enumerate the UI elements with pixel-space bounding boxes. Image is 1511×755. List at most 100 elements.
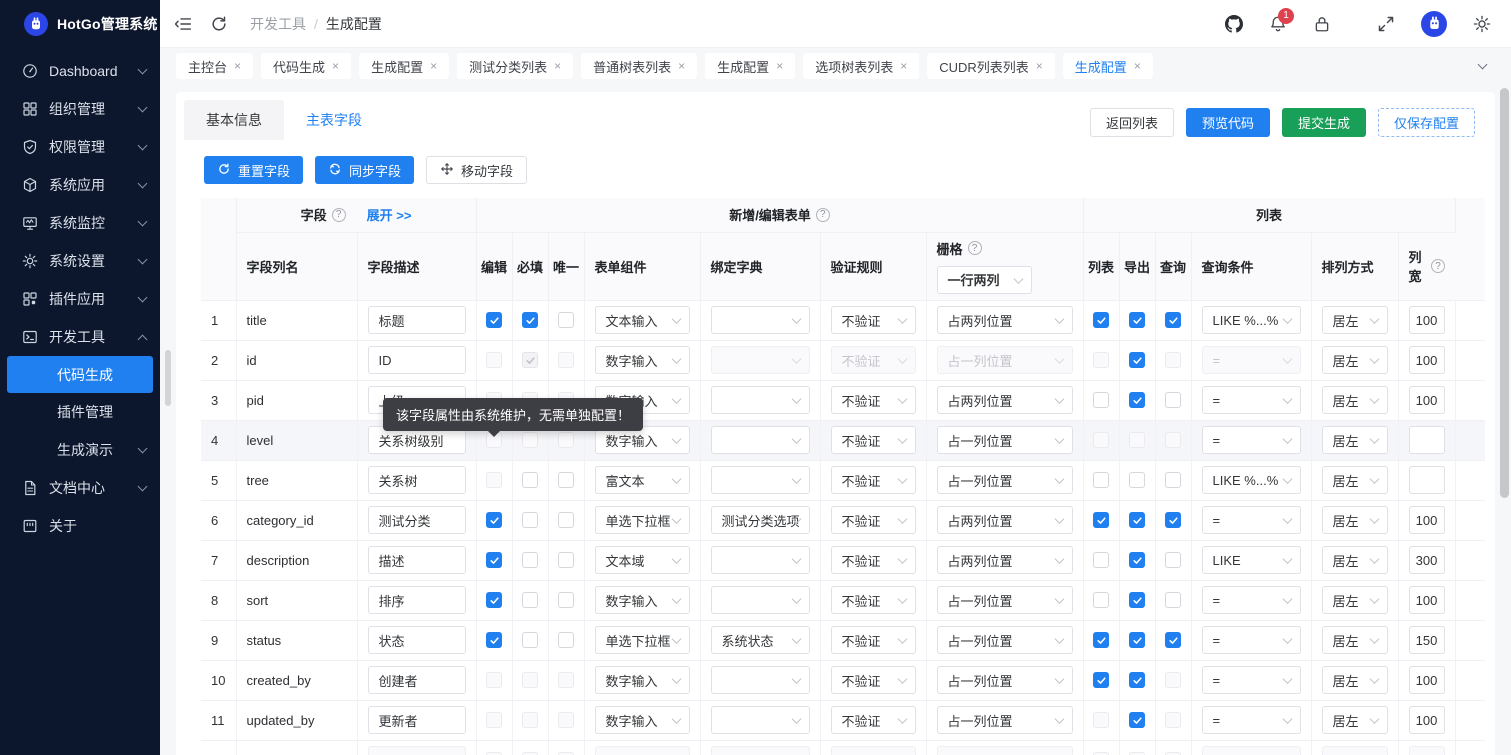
- settings-gear-icon[interactable]: [1473, 15, 1491, 33]
- required-checkbox[interactable]: [522, 312, 538, 328]
- form-component-select[interactable]: 数字输入: [595, 706, 690, 734]
- required-checkbox[interactable]: [522, 512, 538, 528]
- grid-default-select[interactable]: 一行两列: [937, 266, 1032, 294]
- preview-code-button[interactable]: 预览代码: [1186, 108, 1270, 137]
- tab-代码生成[interactable]: 代码生成×: [261, 53, 351, 79]
- github-icon[interactable]: [1225, 15, 1243, 33]
- list-checkbox[interactable]: [1093, 392, 1109, 408]
- form-component-select[interactable]: 文本输入: [595, 306, 690, 334]
- close-icon[interactable]: ×: [1134, 59, 1141, 73]
- list-checkbox[interactable]: [1093, 672, 1109, 688]
- field-desc-input[interactable]: 创建者: [368, 666, 466, 694]
- align-select[interactable]: 居左: [1322, 306, 1388, 334]
- query-cond-select[interactable]: LIKE %...%: [1202, 306, 1301, 334]
- tab-主控台[interactable]: 主控台×: [176, 53, 253, 79]
- list-checkbox[interactable]: [1093, 592, 1109, 608]
- sidebar-item-plugin-manage[interactable]: 插件管理: [0, 393, 160, 431]
- query-checkbox[interactable]: [1165, 392, 1181, 408]
- query-cond-select[interactable]: =: [1202, 586, 1301, 614]
- tab-选项树表列表[interactable]: 选项树表列表×: [803, 53, 919, 79]
- edit-checkbox[interactable]: [486, 592, 502, 608]
- align-select[interactable]: 居左: [1322, 546, 1388, 574]
- column-width-input[interactable]: 100: [1409, 306, 1445, 334]
- align-select[interactable]: 居左: [1322, 346, 1388, 374]
- dict-select[interactable]: 系统状态: [711, 626, 810, 654]
- sidebar-item-org[interactable]: 组织管理: [0, 90, 160, 128]
- sidebar-scrollbar-thumb[interactable]: [165, 350, 171, 406]
- align-select[interactable]: 居左: [1322, 386, 1388, 414]
- column-width-input[interactable]: 100: [1409, 666, 1445, 694]
- export-checkbox[interactable]: [1129, 552, 1145, 568]
- align-select[interactable]: 居左: [1322, 626, 1388, 654]
- fullscreen-icon[interactable]: [1377, 15, 1395, 33]
- help-icon[interactable]: ?: [332, 208, 346, 222]
- submit-generate-button[interactable]: 提交生成: [1282, 108, 1366, 137]
- close-icon[interactable]: ×: [234, 59, 241, 73]
- tab-生成配置[interactable]: 生成配置×: [705, 53, 795, 79]
- query-cond-select[interactable]: =: [1202, 666, 1301, 694]
- sidebar-item-codegen[interactable]: 代码生成: [7, 356, 153, 393]
- unique-checkbox[interactable]: [558, 552, 574, 568]
- field-desc-input[interactable]: 测试分类: [368, 506, 466, 534]
- grid-select[interactable]: 占两列位置: [937, 546, 1073, 574]
- close-icon[interactable]: ×: [332, 59, 339, 73]
- field-desc-input[interactable]: ID: [368, 346, 466, 374]
- close-icon[interactable]: ×: [776, 59, 783, 73]
- tab-普通树表列表[interactable]: 普通树表列表×: [581, 53, 697, 79]
- align-select[interactable]: 居左: [1322, 466, 1388, 494]
- tab-basic-info[interactable]: 基本信息: [184, 100, 284, 140]
- unique-checkbox[interactable]: [558, 312, 574, 328]
- column-width-input[interactable]: [1409, 426, 1445, 454]
- move-fields-button[interactable]: 移动字段: [426, 156, 527, 184]
- export-checkbox[interactable]: [1129, 712, 1145, 728]
- list-checkbox[interactable]: [1093, 512, 1109, 528]
- validate-select[interactable]: 不验证: [831, 466, 916, 494]
- form-component-select[interactable]: 单选下拉框: [595, 626, 690, 654]
- export-checkbox[interactable]: [1129, 672, 1145, 688]
- export-checkbox[interactable]: [1129, 392, 1145, 408]
- sidebar-item-settings[interactable]: 系统设置: [0, 242, 160, 280]
- list-checkbox[interactable]: [1093, 552, 1109, 568]
- query-cond-select[interactable]: =: [1202, 506, 1301, 534]
- query-cond-select[interactable]: =: [1202, 626, 1301, 654]
- grid-select[interactable]: 占两列位置: [937, 306, 1073, 334]
- field-desc-input[interactable]: 更新者: [368, 706, 466, 734]
- grid-select[interactable]: 占一列位置: [937, 706, 1073, 734]
- column-width-input[interactable]: 150: [1409, 626, 1445, 654]
- sync-fields-button[interactable]: 同步字段: [315, 156, 414, 184]
- form-component-select[interactable]: 文本域: [595, 546, 690, 574]
- tab-生成配置[interactable]: 生成配置×: [359, 53, 449, 79]
- unique-checkbox[interactable]: [558, 472, 574, 488]
- tab-生成配置[interactable]: 生成配置×: [1063, 53, 1153, 79]
- sidebar-item-devtools[interactable]: 开发工具: [0, 318, 160, 356]
- validate-select[interactable]: 不验证: [831, 306, 916, 334]
- dict-select[interactable]: [711, 386, 810, 414]
- validate-select[interactable]: 不验证: [831, 386, 916, 414]
- avatar[interactable]: [1421, 11, 1447, 37]
- close-icon[interactable]: ×: [554, 59, 561, 73]
- grid-select[interactable]: 占一列位置: [937, 426, 1073, 454]
- field-desc-input[interactable]: 标题: [368, 306, 466, 334]
- column-width-input[interactable]: 300: [1409, 546, 1445, 574]
- breadcrumb-section[interactable]: 开发工具: [250, 14, 306, 34]
- menu-fold-icon[interactable]: [174, 15, 192, 33]
- dict-select[interactable]: [711, 666, 810, 694]
- form-component-select[interactable]: 单选下拉框: [595, 506, 690, 534]
- dict-select[interactable]: [711, 546, 810, 574]
- validate-select[interactable]: 不验证: [831, 706, 916, 734]
- help-icon[interactable]: ?: [816, 208, 830, 222]
- sidebar-item-auth[interactable]: 权限管理: [0, 128, 160, 166]
- grid-select[interactable]: 占一列位置: [937, 466, 1073, 494]
- query-cond-select[interactable]: LIKE: [1202, 546, 1301, 574]
- tab-测试分类列表[interactable]: 测试分类列表×: [457, 53, 573, 79]
- query-cond-select[interactable]: =: [1202, 386, 1301, 414]
- sidebar-item-gen-demo[interactable]: 生成演示: [0, 431, 160, 469]
- query-cond-select[interactable]: LIKE %...%: [1202, 466, 1301, 494]
- column-width-input[interactable]: 100: [1409, 506, 1445, 534]
- sidebar-item-plugins[interactable]: 插件应用: [0, 280, 160, 318]
- validate-select[interactable]: 不验证: [831, 666, 916, 694]
- validate-select[interactable]: 不验证: [831, 586, 916, 614]
- query-cond-select[interactable]: =: [1202, 706, 1301, 734]
- tab-CUDR列表列表[interactable]: CUDR列表列表×: [927, 53, 1055, 79]
- validate-select[interactable]: 不验证: [831, 626, 916, 654]
